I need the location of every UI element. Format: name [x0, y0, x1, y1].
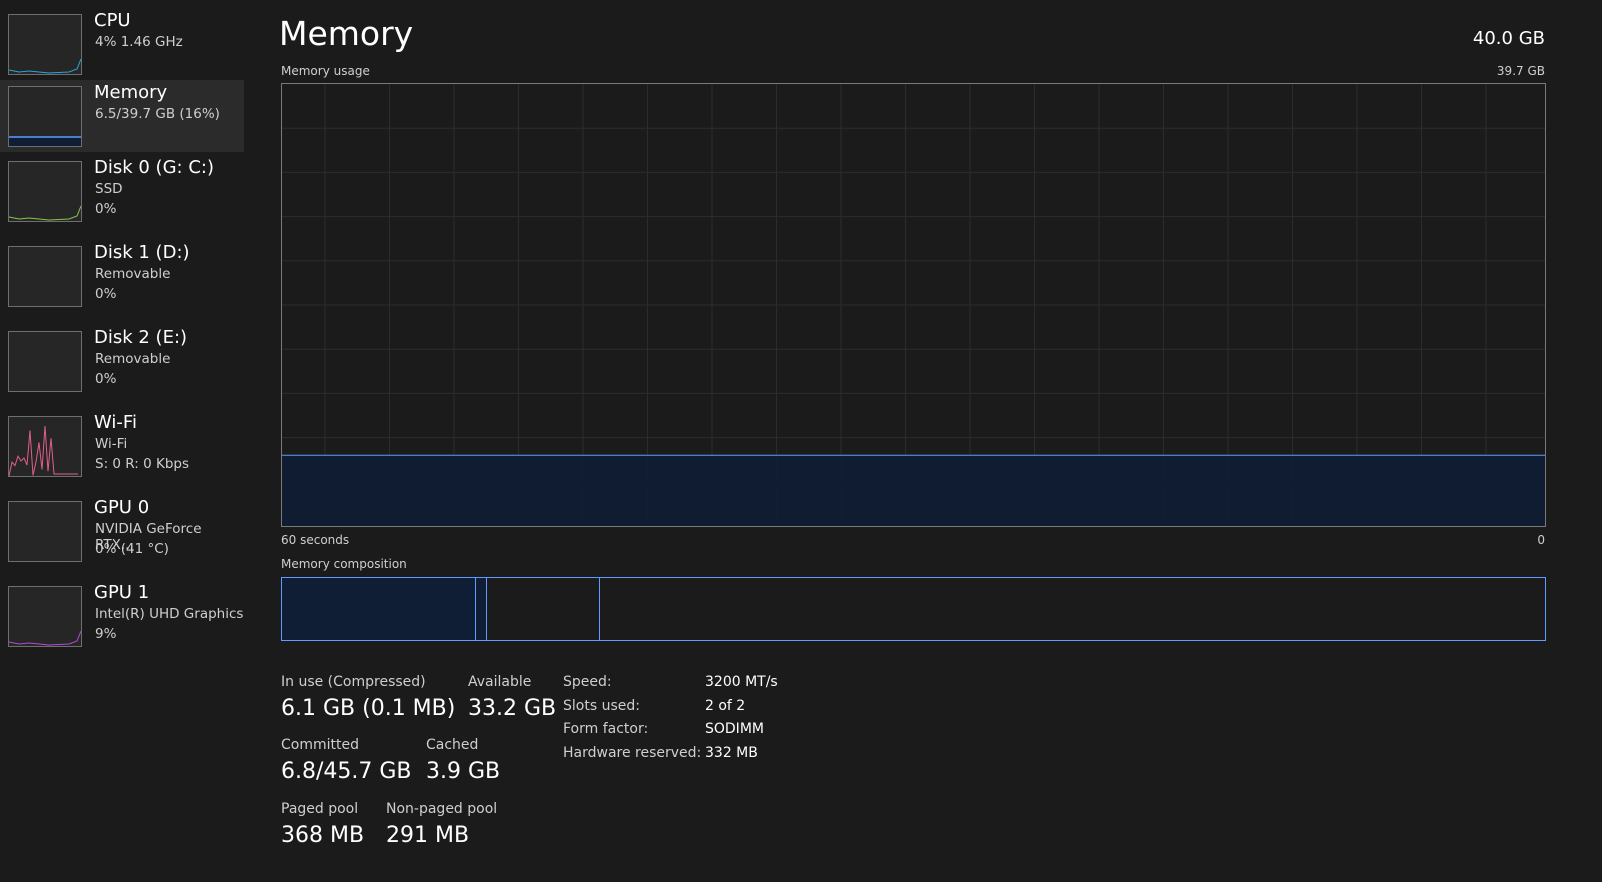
item-subtitle: 6.5/39.7 GB (16%) [95, 106, 220, 122]
thumbnail-graph [8, 14, 82, 75]
sidebar-item-gpu-1[interactable]: GPU 1 Intel(R) UHD Graphics 9% [0, 580, 244, 652]
thumbnail-graph [8, 331, 82, 392]
sidebar-item-gpu-0[interactable]: GPU 0 NVIDIA GeForce RTX... 0% (41 °C) [0, 495, 244, 567]
spec-label: Hardware reserved: [563, 744, 702, 761]
spec-label: Form factor: [563, 721, 649, 737]
thumbnail-graph [8, 246, 82, 307]
thumbnail-graph [8, 501, 82, 562]
non-paged-pool-label: Non-paged pool [386, 801, 498, 817]
item-subtitle: SSD [95, 181, 123, 197]
composition-in-use[interactable] [282, 578, 477, 640]
in-use-label: In use (Compressed) [281, 674, 426, 690]
item-title: Disk 1 (D:) [94, 242, 190, 263]
x-axis-left: 60 seconds [281, 533, 350, 547]
in-use-value: 6.1 GB (0.1 MB) [281, 696, 456, 721]
sidebar-item-memory[interactable]: Memory 6.5/39.7 GB (16%) [0, 80, 244, 152]
item-title: CPU [94, 10, 131, 31]
item-title: Disk 0 (G: C:) [94, 157, 214, 178]
available-label: Available [468, 674, 532, 690]
memory-composition-bar [281, 577, 1546, 641]
committed-label: Committed [281, 737, 359, 753]
item-detail: 0% [95, 201, 117, 217]
item-title: GPU 1 [94, 582, 150, 603]
composition-modified[interactable] [476, 578, 488, 640]
committed-value: 6.8/45.7 GB [281, 759, 412, 784]
available-value: 33.2 GB [468, 696, 557, 721]
item-subtitle: 4% 1.46 GHz [95, 34, 183, 50]
spec-value: 3200 MT/s [705, 674, 778, 690]
sidebar-item-cpu[interactable]: CPU 4% 1.46 GHz [0, 8, 244, 80]
usage-area [282, 455, 1545, 526]
composition-label: Memory composition [281, 557, 407, 571]
cached-value: 3.9 GB [426, 759, 501, 784]
usage-label: Memory usage [281, 64, 370, 78]
composition-standby[interactable] [487, 578, 601, 640]
spec-value: 2 of 2 [705, 697, 746, 714]
cached-label: Cached [426, 737, 479, 753]
item-detail: 9% [95, 626, 117, 642]
item-subtitle: Wi-Fi [95, 436, 128, 452]
spec-label: Slots used: [563, 697, 640, 714]
item-title: Memory [94, 82, 168, 103]
usage-max: 39.7 GB [1496, 64, 1545, 78]
total-memory: 40.0 GB [1472, 28, 1545, 49]
memory-usage-graph [281, 83, 1546, 527]
item-subtitle: Removable [95, 351, 171, 367]
page-title: Memory [279, 14, 414, 53]
sidebar-item-wi-fi[interactable]: Wi-Fi Wi-Fi S: 0 R: 0 Kbps [0, 410, 244, 482]
item-detail: 0% [95, 286, 117, 302]
spec-label: Speed: [563, 674, 612, 690]
paged-pool-value: 368 MB [281, 823, 365, 848]
paged-pool-label: Paged pool [281, 801, 359, 817]
item-detail: S: 0 R: 0 Kbps [95, 456, 189, 472]
composition-free[interactable] [600, 578, 1545, 640]
item-title: Disk 2 (E:) [94, 327, 188, 348]
sidebar-item-disk-0-g-c[interactable]: Disk 0 (G: C:) SSD 0% [0, 155, 244, 227]
item-detail: 0% (41 °C) [95, 541, 169, 557]
thumbnail-graph [8, 416, 82, 477]
thumbnail-graph [8, 86, 82, 147]
item-subtitle: Intel(R) UHD Graphics [95, 606, 244, 622]
thumbnail-graph [8, 586, 82, 647]
thumbnail-graph [8, 161, 82, 222]
spec-value: 332 MB [705, 744, 758, 761]
item-detail: 0% [95, 371, 117, 387]
item-title: Wi-Fi [94, 412, 137, 433]
item-title: GPU 0 [94, 497, 150, 518]
item-subtitle: Removable [95, 266, 171, 282]
x-axis-right: 0 [1537, 533, 1545, 547]
non-paged-pool-value: 291 MB [386, 823, 470, 848]
sidebar-item-disk-2-e[interactable]: Disk 2 (E:) Removable 0% [0, 325, 244, 397]
sidebar-item-disk-1-d[interactable]: Disk 1 (D:) Removable 0% [0, 240, 244, 312]
spec-value: SODIMM [705, 721, 764, 737]
